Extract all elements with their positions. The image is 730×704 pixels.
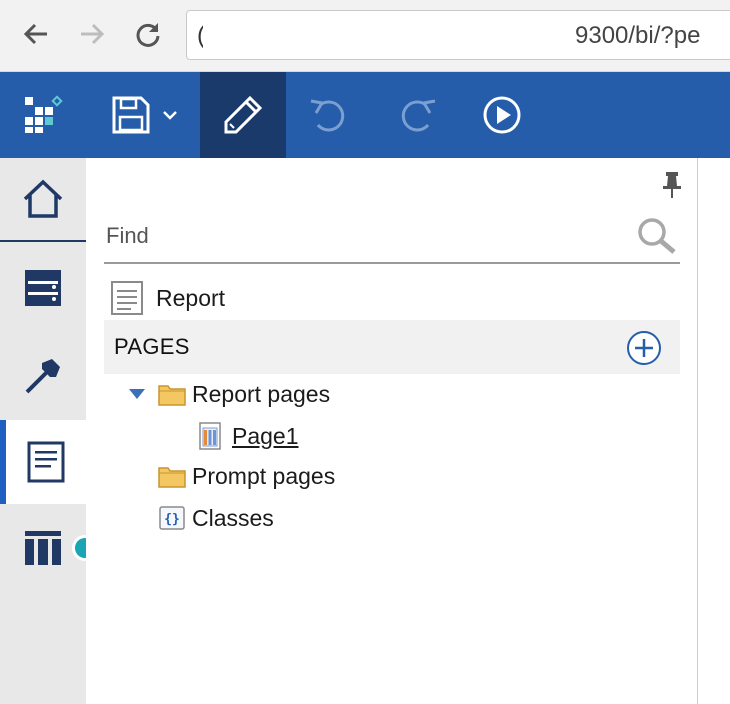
app-menu-button[interactable]: [0, 72, 86, 158]
add-circle-icon: [627, 331, 661, 365]
save-icon: [112, 96, 150, 134]
find-underline: [104, 262, 680, 264]
data-icon: [25, 270, 61, 306]
address-url: 9300/bi/?pe: [575, 22, 701, 49]
add-page-button[interactable]: [626, 330, 662, 371]
data-items-icon: [25, 531, 61, 565]
pencil-icon: [224, 95, 263, 134]
pages-section-header: PAGES: [104, 320, 680, 374]
rail-pages[interactable]: [0, 420, 86, 504]
home-icon: [23, 179, 63, 218]
find-input[interactable]: [104, 216, 648, 256]
address-redaction: [203, 11, 579, 59]
tree-label-prompt-pages: Prompt pages: [192, 462, 336, 489]
back-button[interactable]: [18, 16, 54, 52]
toolbox-icon: [25, 359, 60, 394]
caret-down-icon[interactable]: [128, 387, 146, 401]
back-arrow-icon: [23, 23, 47, 45]
forward-button[interactable]: [74, 16, 110, 52]
save-button[interactable]: [100, 72, 190, 158]
left-rail: [0, 158, 86, 704]
redo-icon: [401, 99, 436, 132]
tree-item-classes[interactable]: {} Classes: [158, 502, 274, 534]
rail-home[interactable]: [0, 158, 86, 242]
forward-arrow-icon: [81, 23, 105, 45]
redo-button[interactable]: [376, 72, 456, 158]
pin-icon: [663, 172, 681, 198]
search-button[interactable]: [636, 216, 680, 261]
tree-label-page1[interactable]: Page1: [232, 423, 299, 450]
folder-icon: [158, 467, 186, 488]
page-icon: [199, 422, 221, 450]
tree-item-prompt-pages[interactable]: Prompt pages: [158, 460, 335, 492]
rail-data[interactable]: [0, 246, 86, 330]
tree-item-page1[interactable]: Page1: [198, 420, 299, 452]
browser-bar: ( 9300/bi/?pe: [0, 0, 730, 72]
app-logo-icon: [25, 95, 63, 133]
tree-label-report-pages: Report pages: [192, 380, 331, 407]
svg-text:{}: {}: [164, 512, 180, 527]
classes-icon: {}: [159, 506, 185, 530]
run-button[interactable]: [462, 72, 542, 158]
undo-icon: [310, 99, 345, 132]
chevron-down-icon: [163, 111, 177, 120]
app-toolbar: [0, 72, 730, 158]
pages-icon: [27, 441, 65, 483]
run-icon: [483, 96, 521, 134]
panel-divider: [697, 158, 698, 704]
reload-button[interactable]: [130, 16, 166, 52]
search-icon: [638, 218, 676, 254]
report-item[interactable]: Report: [110, 280, 225, 316]
folder-icon: [158, 385, 186, 406]
report-label: Report: [156, 284, 226, 311]
tree-label-classes: Classes: [192, 504, 274, 531]
tree-item-report-pages[interactable]: Report pages: [128, 378, 330, 410]
edit-button[interactable]: [200, 72, 286, 158]
pin-button[interactable]: [660, 170, 684, 205]
undo-button[interactable]: [290, 72, 370, 158]
address-bar[interactable]: ( 9300/bi/?pe: [186, 10, 730, 60]
report-icon: [111, 281, 143, 315]
reload-icon: [136, 23, 160, 47]
pages-header-label: PAGES: [114, 334, 190, 359]
rail-toolbox[interactable]: [0, 334, 86, 418]
